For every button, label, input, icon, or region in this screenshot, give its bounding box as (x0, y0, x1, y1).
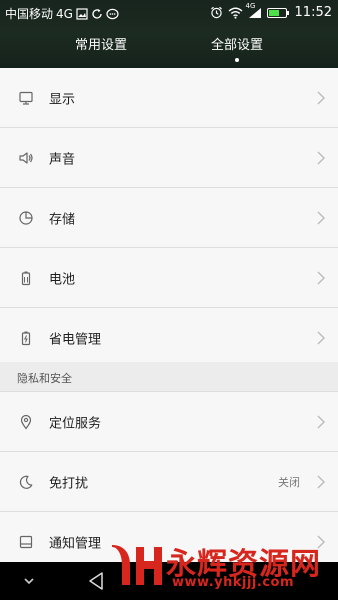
settings-item-sound[interactable]: 声音 (0, 128, 338, 188)
section-header-privacy: 隐私和安全 (0, 362, 338, 392)
back-triangle-icon[interactable] (86, 570, 106, 592)
notification-tray-icon (17, 533, 35, 551)
chevron-right-icon (317, 475, 325, 488)
chat-icon (106, 8, 119, 20)
section-header-label: 隐私和安全 (17, 372, 72, 385)
settings-item-label: 免打扰 (49, 476, 89, 491)
watermark-url: www.yhkjjj.com (172, 575, 295, 590)
settings-item-battery[interactable]: 电池 (0, 248, 338, 308)
display-icon (17, 89, 35, 107)
status-right: 4G 11:52 (210, 2, 332, 20)
settings-tabs: 常用设置 全部设置 (0, 30, 338, 68)
speaker-icon (17, 149, 35, 167)
settings-item-label: 存储 (49, 212, 76, 227)
settings-item-label: 声音 (49, 152, 76, 167)
chevron-right-icon (317, 271, 325, 284)
chevron-right-icon (317, 91, 325, 104)
alarm-icon (210, 6, 223, 19)
settings-item-label: 省电管理 (49, 332, 102, 347)
tab-all-settings-label: 全部设置 (210, 38, 263, 53)
sync-icon (91, 8, 103, 20)
settings-list: 显示 声音 存储 电池 省电管理 隐私和安全 定位服务 免打扰 关闭 通知管理 (0, 68, 338, 562)
tab-selected-indicator (235, 58, 239, 62)
settings-item-location[interactable]: 定位服务 (0, 392, 338, 452)
watermark: 永辉资源网 www.yhkjjj.com (108, 535, 338, 595)
settings-item-display[interactable]: 显示 (0, 68, 338, 128)
moon-icon (17, 473, 35, 491)
location-pin-icon (17, 413, 35, 431)
chevron-right-icon (317, 415, 325, 428)
lte-label: 4G (245, 1, 256, 10)
power-saving-battery-icon (17, 329, 35, 347)
chevron-right-icon (317, 331, 325, 344)
battery-icon (266, 7, 289, 18)
hide-nav-chevron-icon[interactable] (20, 572, 38, 590)
storage-pie-icon (17, 209, 35, 227)
app-header: 中国移动 4G 4G 11:52 常用设置 全部设置 (0, 0, 338, 68)
clock: 11:52 (294, 5, 332, 20)
settings-item-label: 通知管理 (49, 536, 102, 551)
battery-level (268, 9, 279, 16)
battery-outline-icon (17, 269, 35, 287)
chevron-right-icon (317, 211, 325, 224)
signal-icon: 4G (246, 2, 262, 19)
carrier-name: 中国移动 (5, 7, 54, 21)
watermark-logo (112, 545, 162, 585)
image-icon (76, 7, 88, 20)
settings-item-storage[interactable]: 存储 (0, 188, 338, 248)
settings-item-power-saving[interactable]: 省电管理 (0, 308, 338, 368)
network-type: 4G (56, 6, 73, 21)
status-bar: 中国移动 4G 4G 11:52 (0, 0, 338, 26)
chevron-right-icon (317, 151, 325, 164)
settings-item-label: 定位服务 (49, 416, 102, 431)
tab-all-settings[interactable]: 全部设置 (172, 30, 302, 68)
settings-item-do-not-disturb[interactable]: 免打扰 关闭 (0, 452, 338, 512)
dnd-status-value: 关闭 (278, 475, 300, 489)
settings-item-label: 显示 (49, 92, 76, 107)
settings-item-label: 电池 (49, 272, 76, 287)
tab-common-settings[interactable]: 常用设置 (36, 30, 166, 68)
wifi-icon (228, 7, 243, 19)
status-left: 中国移动 4G (5, 5, 119, 22)
